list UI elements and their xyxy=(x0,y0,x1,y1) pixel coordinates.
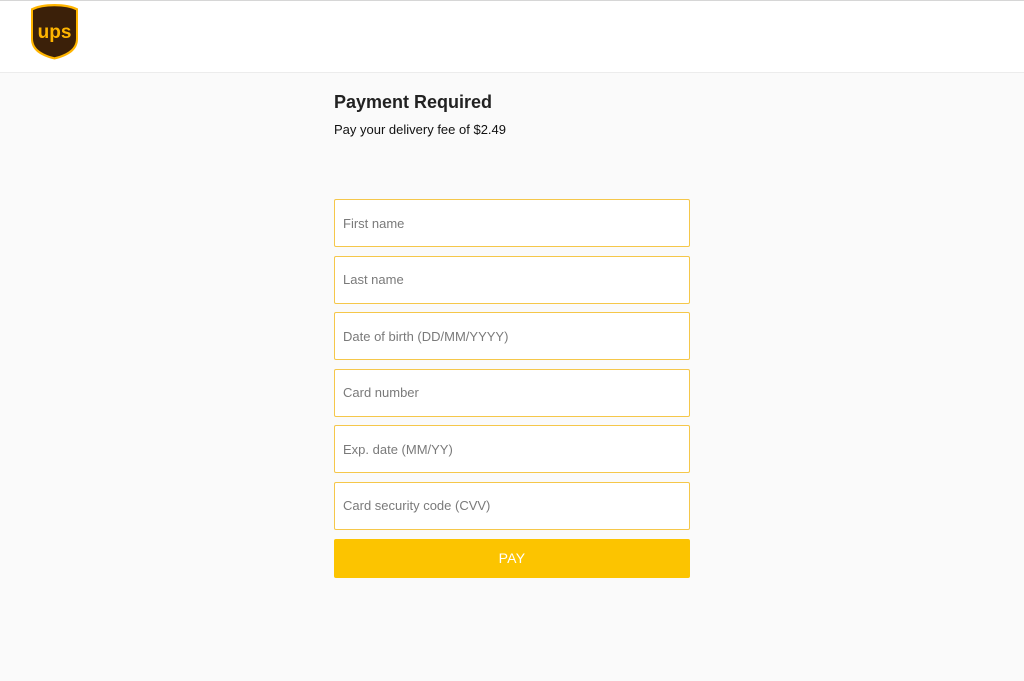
payment-panel: Payment Required Pay your delivery fee o… xyxy=(334,73,690,578)
delivery-fee-text: Pay your delivery fee of $2.49 xyxy=(334,122,506,137)
site-header: ups xyxy=(0,0,1024,73)
page-title: Payment Required xyxy=(334,92,493,112)
first-name-input[interactable] xyxy=(334,199,690,247)
payment-form: PAY xyxy=(334,199,690,578)
exp-date-input[interactable] xyxy=(334,425,690,474)
last-name-input[interactable] xyxy=(334,255,690,304)
ups-logo-icon[interactable]: ups xyxy=(30,3,79,60)
card-number-input[interactable] xyxy=(334,368,690,417)
svg-text:ups: ups xyxy=(38,22,72,43)
pay-button[interactable]: PAY xyxy=(334,538,690,578)
date-of-birth-input[interactable] xyxy=(334,312,690,361)
cvv-input[interactable] xyxy=(334,481,690,530)
